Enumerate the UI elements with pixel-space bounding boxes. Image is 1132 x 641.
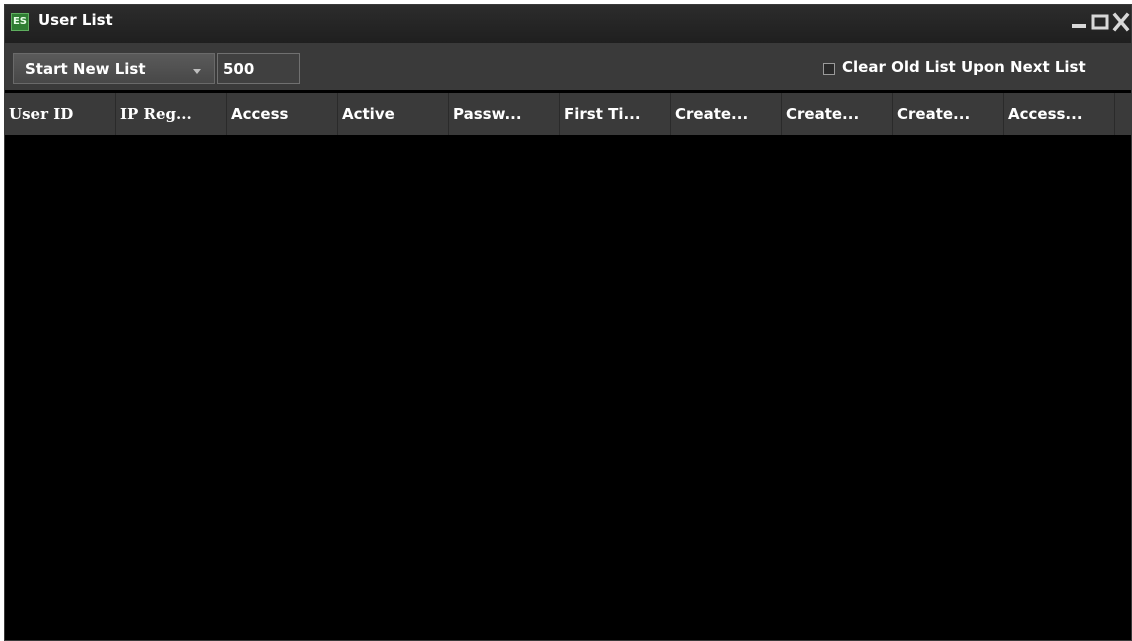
window-title: User List — [38, 11, 113, 29]
user-table-body[interactable] — [5, 135, 1131, 640]
title-bar[interactable]: ES User List — [5, 5, 1131, 43]
clear-old-list-checkbox[interactable] — [823, 63, 835, 75]
column-header-user-id[interactable]: User ID — [5, 93, 116, 135]
clear-old-list-label[interactable]: Clear Old List Upon Next List — [842, 58, 1086, 76]
column-header-first-time[interactable]: First Ti... — [560, 93, 671, 135]
toolbar: Start New List Clear Old List Upon Next … — [5, 43, 1131, 90]
column-header-active[interactable]: Active — [338, 93, 449, 135]
column-header-access-2[interactable]: Access... — [1004, 93, 1115, 135]
maximize-icon[interactable] — [1090, 12, 1110, 32]
column-header-password[interactable]: Passw... — [449, 93, 560, 135]
minimize-icon[interactable] — [1069, 12, 1089, 32]
list-count-input[interactable] — [217, 53, 300, 84]
close-icon[interactable] — [1111, 12, 1131, 32]
column-header-create-2[interactable]: Create... — [782, 93, 893, 135]
user-list-window: ES User List Start New List 500 Clear Ol… — [4, 4, 1132, 641]
table-header: User ID IP Reg... Access Active Passw...… — [5, 93, 1131, 135]
column-header-create-3[interactable]: Create... — [893, 93, 1004, 135]
column-header-access[interactable]: Access — [227, 93, 338, 135]
start-new-list-dropdown[interactable]: Start New List — [13, 53, 215, 84]
app-icon: ES — [11, 13, 29, 31]
column-header-create-1[interactable]: Create... — [671, 93, 782, 135]
chevron-down-icon — [191, 63, 203, 75]
dropdown-label: Start New List — [25, 60, 146, 78]
column-header-ip-reg[interactable]: IP Reg... — [116, 93, 227, 135]
